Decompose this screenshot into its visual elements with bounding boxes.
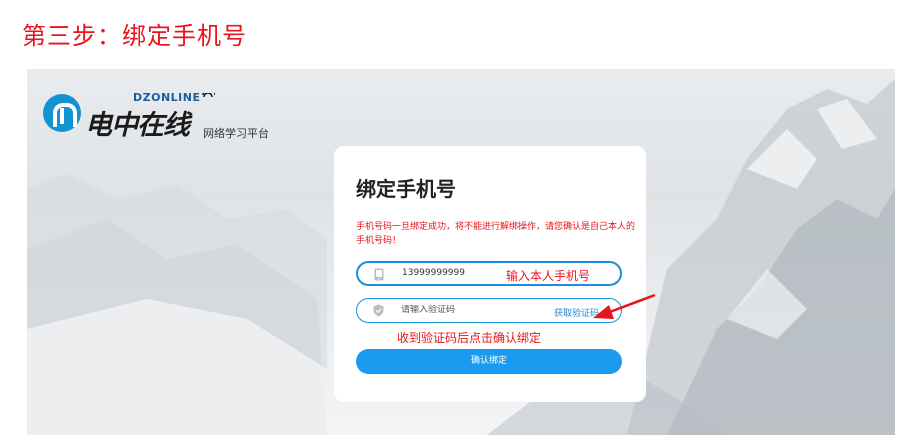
step-title: 第三步：绑定手机号 bbox=[22, 22, 247, 50]
page-background: DZONLINE 电中在线 网络学习平台 绑定手机号 手机号码一旦绑定成功，将不… bbox=[27, 69, 895, 435]
annotation-arrow-icon bbox=[593, 293, 656, 319]
